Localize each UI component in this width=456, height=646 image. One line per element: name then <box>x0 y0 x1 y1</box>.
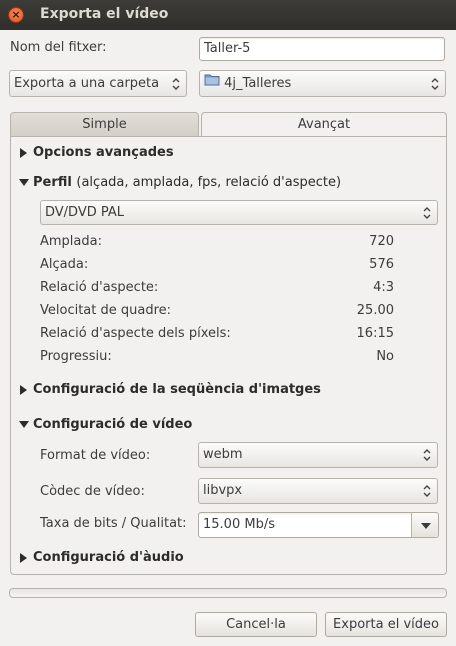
prop-width-value: 720 <box>369 234 394 249</box>
prop-aspect-value: 4:3 <box>373 280 394 295</box>
section-advanced-options[interactable]: Opcions avançades <box>33 145 174 160</box>
folder-value: 4j_Talleres <box>224 76 292 91</box>
export-progress-bar <box>9 588 447 598</box>
video-codec-value: libvpx <box>203 483 243 498</box>
profile-title: Perfil <box>33 175 72 190</box>
export-mode-value: Exporta a una carpeta <box>14 76 160 91</box>
prop-fps-label: Velocitat de quadre: <box>40 303 172 318</box>
video-format-value: webm <box>203 447 243 462</box>
filename-label: Nom del fitxer: <box>10 40 107 55</box>
prop-pixel-aspect-label: Relació d'aspecte dels píxels: <box>40 326 231 341</box>
bitrate-value: 15.00 Mb/s <box>203 517 275 532</box>
filename-input[interactable]: Taller-5 <box>199 37 445 61</box>
video-codec-select[interactable]: libvpx <box>198 478 438 504</box>
export-mode-select[interactable]: Exporta a una carpeta <box>9 70 187 97</box>
profile-value: DV/DVD PAL <box>45 205 125 220</box>
expander-expanded-icon[interactable] <box>19 179 29 186</box>
profile-subtitle: (alçada, amplada, fps, relació d'aspecte… <box>76 175 342 190</box>
tab-advanced[interactable]: Avançat <box>201 112 447 138</box>
prop-pixel-aspect-value: 16:15 <box>356 326 394 341</box>
prop-height-label: Alçada: <box>40 257 89 272</box>
expander-expanded-icon[interactable] <box>19 421 29 428</box>
bitrate-combo-entry[interactable]: 15.00 Mb/s <box>198 512 439 538</box>
profile-select[interactable]: DV/DVD PAL <box>40 200 438 225</box>
export-video-button[interactable]: Exporta el vídeo <box>325 612 447 637</box>
section-video[interactable]: Configuració de vídeo <box>33 417 192 432</box>
video-format-select[interactable]: webm <box>198 442 438 468</box>
expander-collapsed-icon[interactable] <box>20 385 27 395</box>
video-bitrate-label: Taxa de bits / Qualitat: <box>40 516 187 531</box>
prop-aspect-label: Relació d'aspecte: <box>40 280 159 295</box>
section-profile[interactable]: Perfil (alçada, amplada, fps, relació d'… <box>33 175 341 190</box>
title-bar: × Exporta el vídeo <box>0 0 456 30</box>
updown-icon <box>423 206 431 220</box>
prop-progressive-label: Progressiu: <box>40 349 112 364</box>
prop-fps-value: 25.00 <box>356 303 394 318</box>
prop-height-value: 576 <box>369 257 394 272</box>
cancel-button[interactable]: Cancel·la <box>195 612 317 637</box>
folder-icon <box>204 70 220 95</box>
updown-icon <box>423 484 431 498</box>
prop-progressive-value: No <box>376 349 394 364</box>
video-format-label: Format de vídeo: <box>40 448 151 463</box>
folder-select[interactable]: 4j_Talleres <box>199 70 446 97</box>
updown-icon <box>423 448 431 462</box>
expander-collapsed-icon[interactable] <box>20 553 27 563</box>
dropdown-button[interactable] <box>411 513 438 537</box>
chevron-down-icon <box>421 523 431 529</box>
close-icon[interactable]: × <box>8 7 24 23</box>
section-image-sequence[interactable]: Configuració de la seqüència d'imatges <box>33 382 321 397</box>
expander-collapsed-icon[interactable] <box>20 148 27 158</box>
video-codec-label: Còdec de vídeo: <box>40 484 145 499</box>
window-title: Exporta el vídeo <box>40 6 169 22</box>
prop-width-label: Amplada: <box>40 234 102 249</box>
updown-icon <box>172 77 180 91</box>
updown-icon <box>431 77 439 91</box>
tab-simple[interactable]: Simple <box>10 112 199 137</box>
section-audio[interactable]: Configuració d'àudio <box>33 550 184 565</box>
